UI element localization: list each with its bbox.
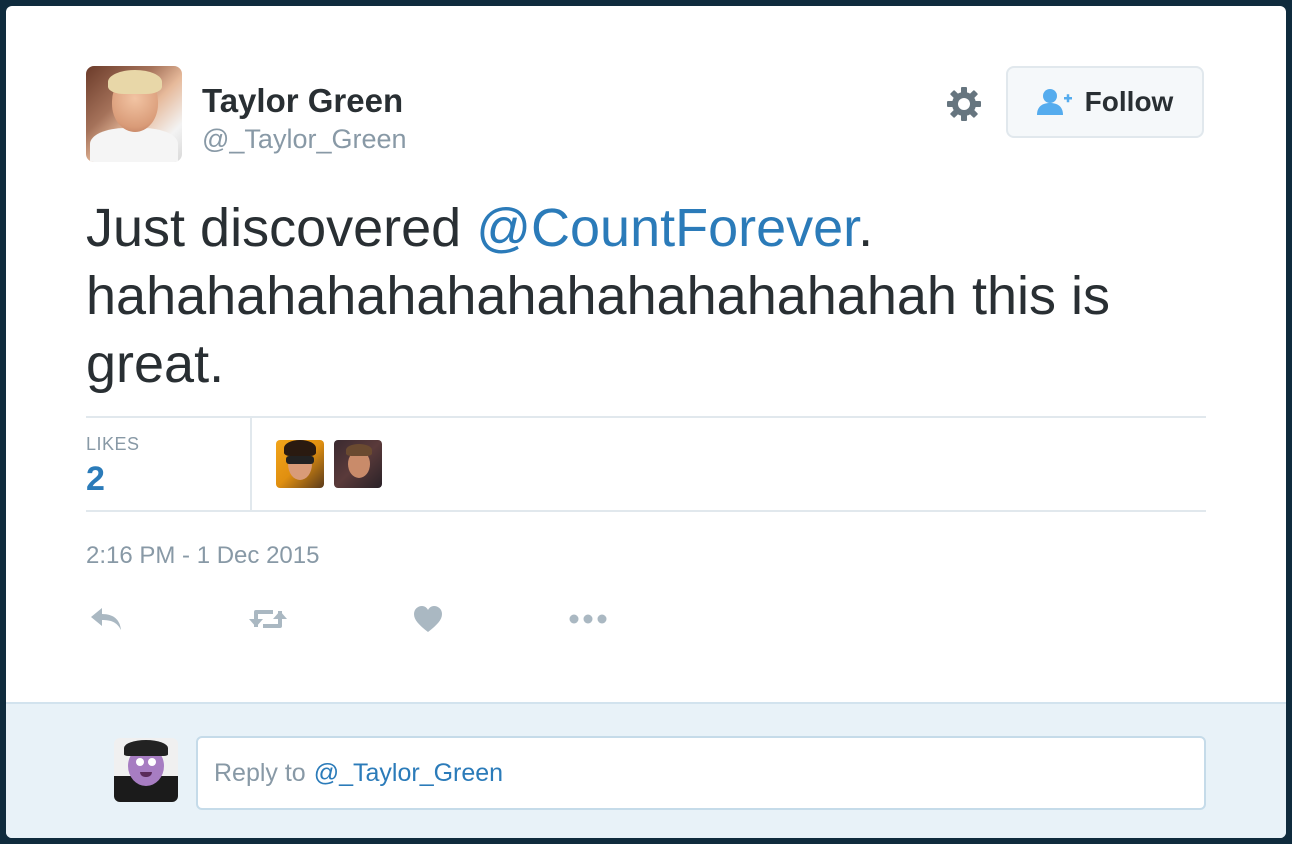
- author-name[interactable]: Taylor Green: [202, 82, 403, 120]
- follow-button[interactable]: Follow: [1006, 66, 1204, 138]
- retweet-button[interactable]: [248, 604, 288, 638]
- add-user-icon: [1036, 88, 1073, 116]
- reply-button[interactable]: [86, 604, 126, 638]
- tweet-timestamp[interactable]: 2:16 PM - 1 Dec 2015: [86, 542, 319, 570]
- reply-placeholder-mention: @_Taylor_Green: [313, 758, 504, 787]
- retweet-icon: [247, 605, 289, 638]
- reply-icon: [89, 606, 123, 637]
- likes-label: LIKES: [86, 434, 140, 454]
- author-handle[interactable]: @_Taylor_Green: [202, 124, 407, 155]
- like-button[interactable]: [408, 604, 448, 638]
- likes-count[interactable]: 2: [86, 460, 105, 499]
- gear-icon[interactable]: [944, 84, 984, 124]
- tweet-card: Taylor Green @_Taylor_Green Follow Just …: [6, 6, 1286, 838]
- author-avatar[interactable]: [86, 66, 182, 162]
- more-button[interactable]: [568, 604, 608, 638]
- tweet-text-before: Just discovered: [86, 198, 477, 258]
- likes-stat[interactable]: LIKES 2: [86, 418, 252, 510]
- current-user-avatar: [114, 738, 178, 802]
- more-icon: [568, 612, 608, 630]
- heart-icon: [413, 605, 443, 638]
- tweet-mention-link[interactable]: @CountForever: [476, 198, 858, 258]
- liker-avatar[interactable]: [276, 440, 324, 488]
- tweet-text: Just discovered @CountForever. hahahahah…: [86, 194, 1196, 398]
- reply-placeholder: Reply to: [214, 758, 306, 787]
- tweet-stats: LIKES 2: [86, 416, 1206, 512]
- follow-label: Follow: [1084, 86, 1174, 117]
- reply-bar: Reply to @_Taylor_Green: [6, 702, 1286, 838]
- reply-input[interactable]: Reply to @_Taylor_Green: [196, 736, 1206, 810]
- liker-avatar[interactable]: [334, 440, 382, 488]
